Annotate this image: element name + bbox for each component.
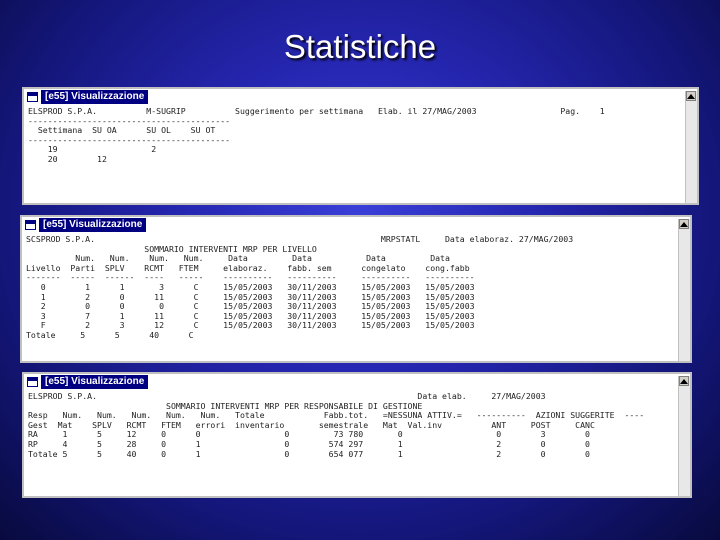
scroll-up-button[interactable] — [686, 91, 696, 101]
report-line: Totale 5 5 40 C — [26, 329, 194, 340]
arrow-up-icon — [680, 222, 688, 227]
arrow-up-icon — [687, 94, 695, 99]
scroll-up-button[interactable] — [679, 376, 689, 386]
report-content: SCSPROD S.P.A. MRPSTATL Data elaboraz. 2… — [26, 234, 676, 361]
window-title: [e55] Visualizzazione — [39, 218, 147, 232]
window-title: [e55] Visualizzazione — [41, 90, 149, 104]
vertical-scrollbar[interactable] — [685, 91, 697, 203]
window-app-icon — [27, 92, 38, 102]
report-line: Totale 5 5 40 0 1 0 654 077 1 2 0 0 — [28, 448, 590, 459]
window-app-icon — [25, 220, 36, 230]
visualization-window-3: [e55] Visualizzazione ELSPROD S.P.A. Dat… — [22, 372, 692, 498]
window-titlebar[interactable]: [e55] Visualizzazione — [22, 217, 690, 233]
window-app-icon — [27, 377, 38, 387]
arrow-up-icon — [680, 379, 688, 384]
visualization-window-2: [e55] Visualizzazione SCSPROD S.P.A. MRP… — [20, 215, 692, 363]
window-title: [e55] Visualizzazione — [41, 375, 149, 389]
slide-title: Statistiche — [283, 28, 437, 65]
vertical-scrollbar[interactable] — [678, 376, 690, 496]
visualization-window-1: [e55] Visualizzazione ELSPROD S.P.A. M-S… — [22, 87, 699, 205]
window-titlebar[interactable]: [e55] Visualizzazione — [24, 89, 697, 105]
vertical-scrollbar[interactable] — [678, 219, 690, 361]
report-content: ELSPROD S.P.A. Data elab. 27/MAG/2003 SO… — [28, 391, 676, 496]
scroll-up-button[interactable] — [679, 219, 689, 229]
report-line: 19 2 — [28, 144, 157, 155]
report-content: ELSPROD S.P.A. M-SUGRIP Suggerimento per… — [28, 106, 683, 203]
report-line: 20 12 — [28, 153, 107, 164]
window-titlebar[interactable]: [e55] Visualizzazione — [24, 374, 690, 390]
